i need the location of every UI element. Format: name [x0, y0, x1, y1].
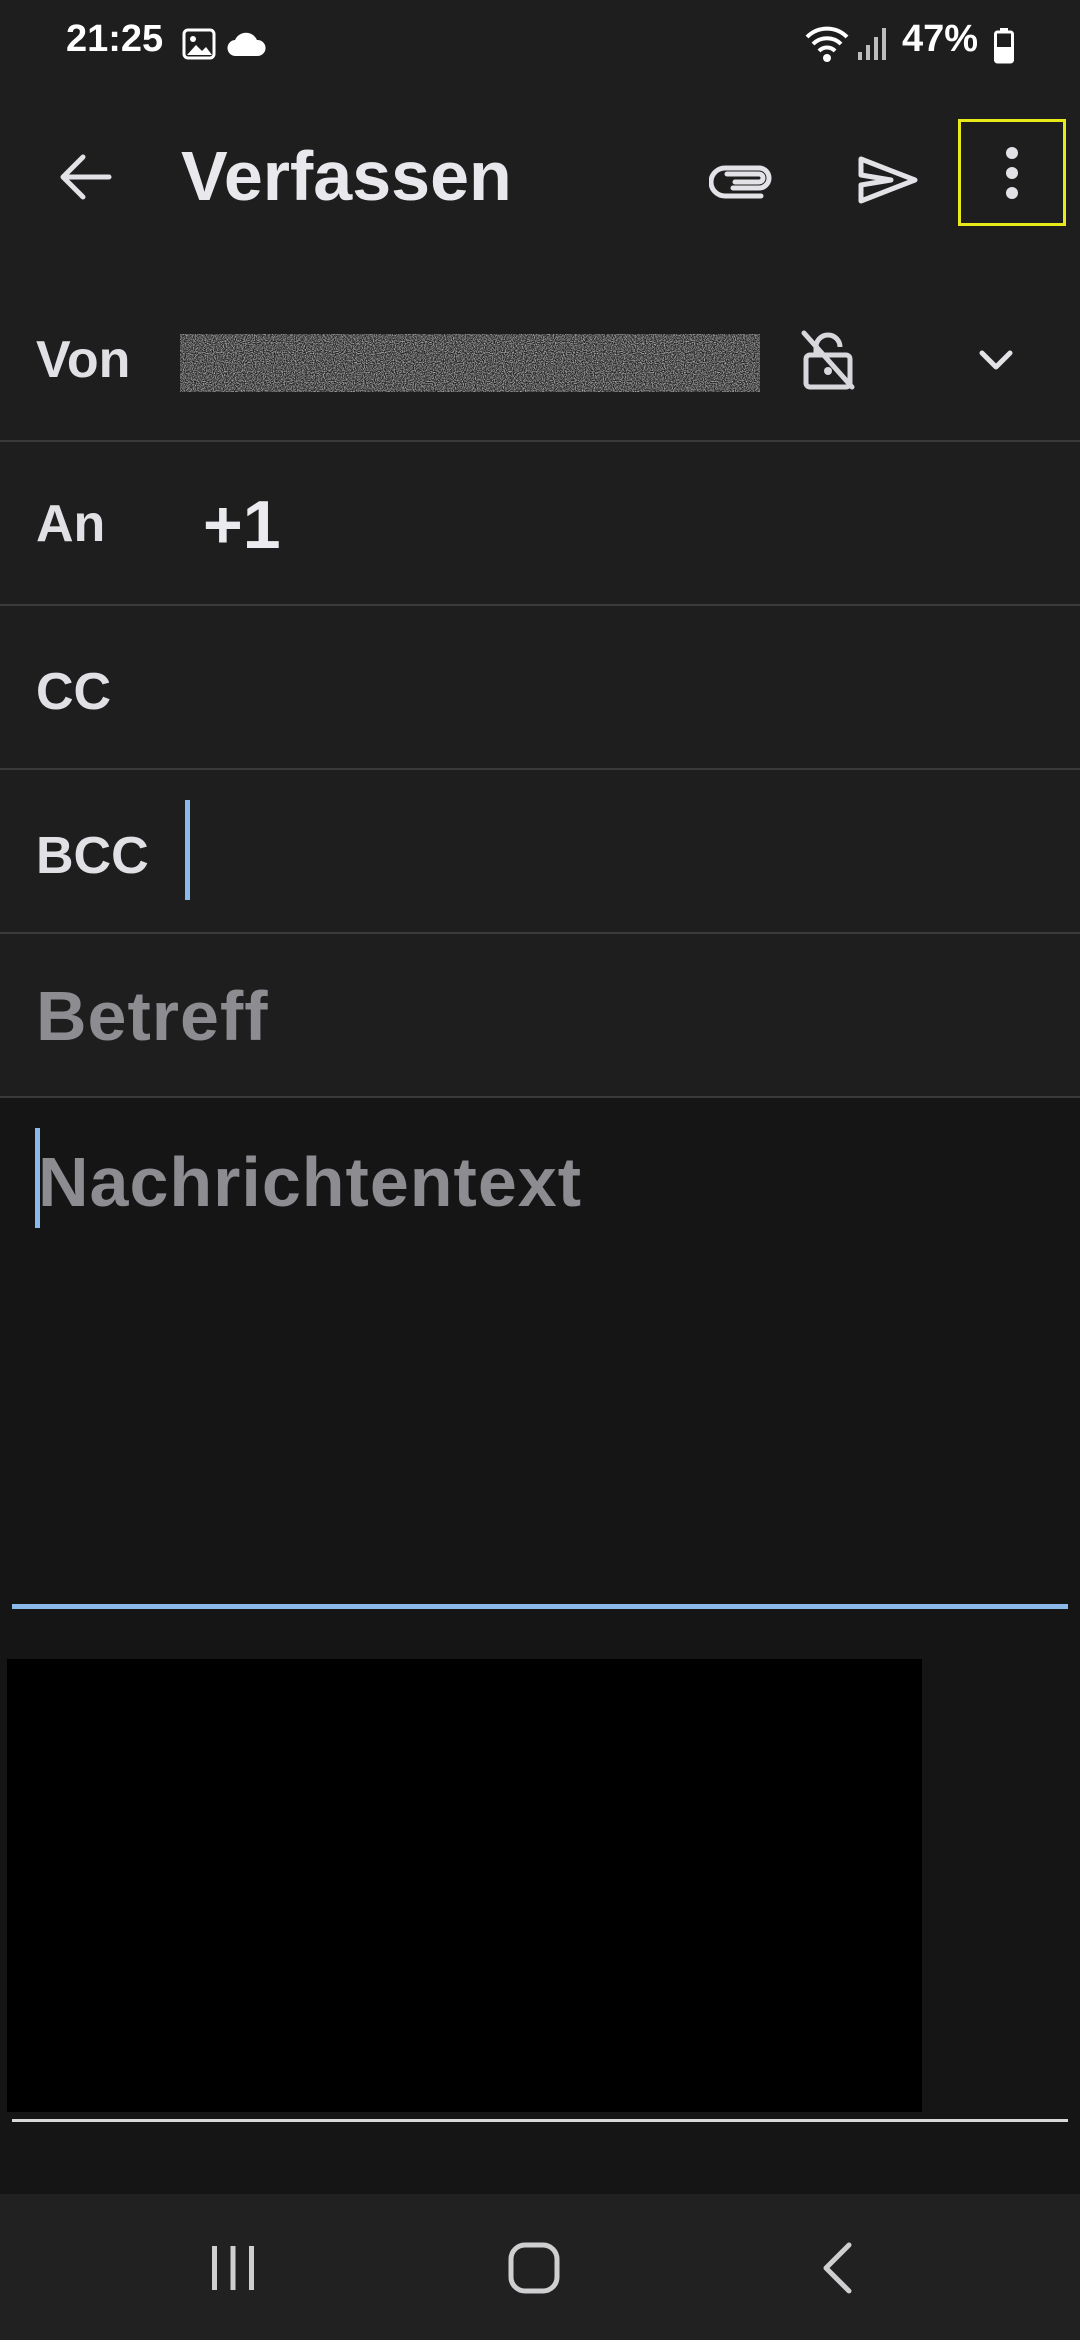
battery-icon: [994, 28, 1014, 64]
bcc-label: BCC: [36, 827, 149, 885]
back-arrow-icon: [60, 154, 112, 200]
app-toolbar: Verfassen: [0, 92, 1080, 264]
divider: [12, 2119, 1068, 2122]
subject-input[interactable]: Betreff: [36, 976, 269, 1056]
gallery-icon: [182, 28, 216, 60]
encryption-toggle[interactable]: [792, 324, 864, 396]
cc-row: CC: [0, 606, 1080, 770]
system-nav-bar: [0, 2194, 1080, 2340]
status-time: 21:25: [66, 18, 164, 60]
cc-input[interactable]: [180, 636, 1040, 736]
compose-screen: 21:25 47% Verfassen Von An +1 CC BCC Bet…: [0, 0, 1080, 2340]
redacted-content: [7, 1659, 922, 2112]
from-address-redacted[interactable]: [180, 328, 760, 398]
send-icon: [858, 156, 918, 204]
from-dropdown-button[interactable]: [960, 324, 1032, 396]
from-label: Von: [36, 331, 131, 389]
more-vert-icon: [1006, 146, 1018, 199]
battery-percentage: 47%: [902, 18, 979, 60]
recipient-count-chip[interactable]: +1: [203, 486, 281, 564]
text-cursor: [185, 800, 190, 900]
cloud-icon: [227, 32, 266, 57]
chevron-down-icon: [979, 350, 1013, 370]
lock-off-icon: [801, 330, 855, 390]
recents-button[interactable]: [188, 2228, 278, 2308]
signal-icon: [858, 28, 886, 60]
to-label: An: [36, 495, 106, 553]
from-row: Von: [0, 278, 1080, 442]
send-button[interactable]: [846, 138, 930, 222]
bcc-input[interactable]: [180, 800, 1040, 900]
to-row[interactable]: An +1: [0, 442, 1080, 606]
body-input[interactable]: Nachrichtentext: [38, 1142, 582, 1222]
page-title: Verfassen: [181, 137, 512, 215]
body-focus-underline: [12, 1604, 1068, 1609]
status-bar: 21:25 47%: [0, 0, 1080, 92]
attach-button[interactable]: [700, 138, 784, 222]
recents-icon: [212, 2246, 254, 2290]
cc-label: CC: [36, 663, 112, 721]
bcc-row: BCC: [0, 770, 1080, 934]
message-body[interactable]: Nachrichtentext: [0, 1098, 1080, 2194]
nav-back-button[interactable]: [792, 2228, 882, 2308]
more-options-button[interactable]: [958, 119, 1066, 226]
subject-row[interactable]: Betreff: [0, 934, 1080, 1098]
paperclip-icon: [709, 165, 772, 199]
wifi-icon: [805, 26, 849, 62]
home-icon: [508, 2242, 560, 2294]
back-button[interactable]: [50, 142, 120, 212]
home-button[interactable]: [489, 2228, 579, 2308]
back-icon: [823, 2242, 852, 2294]
